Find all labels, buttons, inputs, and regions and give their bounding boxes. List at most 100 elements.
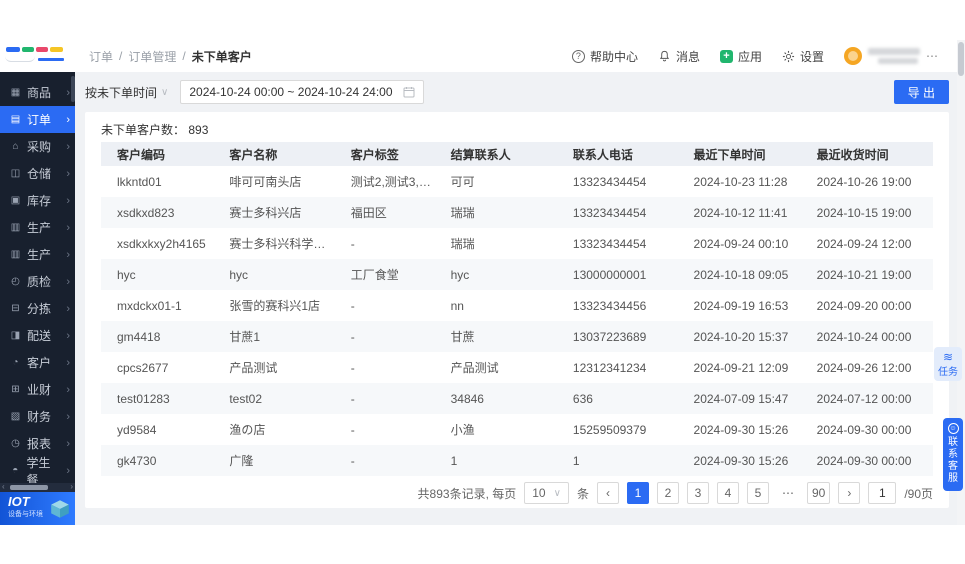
page-button-3[interactable]: 3 <box>686 482 709 504</box>
table-cell: 2024-10-18 09:05 <box>693 267 789 282</box>
page-jump-input[interactable] <box>868 482 897 504</box>
chevron-right-icon: › <box>66 86 70 99</box>
table-cell: 2024-09-24 00:10 <box>693 236 789 251</box>
table-row[interactable]: lkkntd01 啡可可南头店 测试2,测试3,测试4... 可可 1332343445… <box>101 166 933 197</box>
page-button-90[interactable]: 90 <box>806 482 831 504</box>
date-range-input[interactable]: 2024-10-24 00:00 ~ 2024-10-24 24:00 <box>180 80 424 104</box>
table-row[interactable]: mxdckx01-1 张雪的赛科兴1店 - nn 13323434456 2024-09-… <box>101 290 933 321</box>
table-row[interactable]: yd9584 渔の店 - 小渔 15259509379 2024-09-30 15:26 2… <box>101 414 933 445</box>
prev-page-button[interactable]: ‹ <box>596 482 619 504</box>
breadcrumb-item-orders[interactable]: 订单 <box>89 48 113 65</box>
table-cell: 2024-09-30 15:26 <box>693 453 789 468</box>
settings-button[interactable]: 设置 <box>782 48 824 65</box>
sidebar-item-production-2[interactable]: ▥ 生产 › <box>0 241 75 268</box>
sidebar-item-student-meal[interactable]: ◓ 学生餐 › <box>0 456 75 484</box>
task-float-button[interactable]: ≋ 任务 <box>934 347 962 381</box>
sidebar-hscroll-thumb[interactable] <box>10 485 48 490</box>
table-row[interactable]: cpcs2677 产品测试 - 产品测试 12312341234 2024-09-21 1… <box>101 352 933 383</box>
more-icon[interactable]: ⋯ <box>926 49 939 63</box>
sidebar-item-purchase[interactable]: ⌂ 采购 › <box>0 133 75 160</box>
layers-icon: ≋ <box>942 350 954 364</box>
table-cell: - <box>350 453 355 468</box>
table-cell: 13037223689 <box>572 329 647 344</box>
customer-table-card: 未下单客户数： 893 客户编码 客户名称 客户标签 结算联系人 联系人电话 最近下单时间… <box>85 112 949 508</box>
column-header: 客户标签 <box>334 142 435 166</box>
sidebar-item-goods[interactable]: ▦ 商品 › <box>0 79 75 106</box>
chevron-right-icon: › <box>66 383 70 396</box>
page-button-4[interactable]: 4 <box>716 482 739 504</box>
table-row[interactable]: xsdkxkxy2h4165 赛士多科兴科学园2号1... - 瑞瑞 133234344… <box>101 228 933 259</box>
table-cell: 2024-09-30 15:26 <box>693 422 789 437</box>
sidebar-horizontal-scrollbar[interactable]: ‹ › <box>0 482 75 492</box>
table-cell: 1 <box>572 453 580 468</box>
table-row[interactable]: test01283 test02 - 34846 636 2024-07-09 15:47… <box>101 383 933 414</box>
table-cell: 小渔 <box>450 423 475 437</box>
table-cell: 赛士多科兴店 <box>229 206 302 220</box>
page-button-1[interactable]: 1 <box>626 482 649 504</box>
page-scrollbar-thumb[interactable] <box>958 42 964 76</box>
table-cell: 2024-09-20 00:00 <box>816 298 912 313</box>
sidebar-item-business-finance[interactable]: ⊞ 业财 › <box>0 376 75 403</box>
breadcrumb-separator: / <box>119 49 123 63</box>
table-cell: 13323434454 <box>572 205 647 220</box>
main-content: 按未下单时间 ∨ 2024-10-24 00:00 ~ 2024-10-24 2… <box>75 72 965 525</box>
export-button[interactable]: 导 出 <box>893 80 949 104</box>
table-cell: xsdkxd823 <box>117 205 175 220</box>
table-cell: 瑞瑞 <box>450 206 475 220</box>
scroll-left-icon[interactable]: ‹ <box>2 482 5 491</box>
page-button-5[interactable]: 5 <box>746 482 769 504</box>
settings-label: 设置 <box>799 49 824 64</box>
sidebar-item-orders[interactable]: ▤ 订单 › <box>0 106 75 133</box>
sidebar-scrollbar-thumb[interactable] <box>71 76 75 102</box>
table-cell: - <box>350 360 355 375</box>
sidebar-item-label: 采购 <box>27 140 52 154</box>
summary-count: 893 <box>188 123 209 137</box>
table-cell: 2024-10-15 19:00 <box>816 205 912 220</box>
table-cell: cpcs2677 <box>117 360 169 375</box>
table-row[interactable]: hyc hyc 工厂食堂 hyc 13000000001 2024-10-18 09:05… <box>101 259 933 290</box>
filter-field-selector[interactable]: 按未下单时间 <box>85 84 157 101</box>
logo-bar-blue <box>6 47 20 52</box>
table-cell: test02 <box>229 391 263 406</box>
table-cell: 产品测试 <box>450 361 499 375</box>
scroll-right-icon[interactable]: › <box>70 482 73 491</box>
messages-button[interactable]: 消息 <box>658 48 700 65</box>
sidebar-item-inventory[interactable]: ▣ 库存 › <box>0 187 75 214</box>
frame: ▦ 商品 › ▤ 订单 › ⌂ 采购 › ◫ 仓储 › ▣ 库存 › ▥ 生产 › ▥ 生产 › ◴ 质检 › ⊟ 分拣 › ◨ 配送 ›… <box>0 72 965 525</box>
table-cell: 636 <box>572 391 593 406</box>
page-button-2[interactable]: 2 <box>656 482 679 504</box>
table-cell: 张雪的赛科兴1店 <box>229 299 320 313</box>
chevron-right-icon: › <box>66 140 70 153</box>
user-account[interactable]: ⋯ <box>844 47 939 65</box>
chevron-right-icon: › <box>66 194 70 207</box>
sidebar-item-quality[interactable]: ◴ 质检 › <box>0 268 75 295</box>
chevron-right-icon: › <box>66 248 70 261</box>
next-page-button[interactable]: › <box>838 482 861 504</box>
help-center-button[interactable]: ? 帮助中心 <box>571 48 638 65</box>
table-cell: 2024-09-21 12:09 <box>693 360 789 375</box>
apps-icon: + <box>719 49 733 63</box>
warehouse-icon: ◫ <box>10 168 21 179</box>
breadcrumb-item-order-management[interactable]: 订单管理 <box>128 48 176 65</box>
sidebar-item-sorting[interactable]: ⊟ 分拣 › <box>0 295 75 322</box>
sidebar-item-finance[interactable]: ▧ 财务 › <box>0 403 75 430</box>
table-row[interactable]: xsdkxd823 赛士多科兴店 福田区 瑞瑞 13323434454 2024-10-1… <box>101 197 933 228</box>
sidebar-item-delivery[interactable]: ◨ 配送 › <box>0 322 75 349</box>
table-row[interactable]: gm4418 甘蔗1 - 甘蔗 13037223689 2024-10-20 15:37 2… <box>101 321 933 352</box>
table-cell: 15259509379 <box>572 422 647 437</box>
table-row[interactable]: gk4730 广隆 - 1 1 2024-09-30 15:26 2024-09-30 00… <box>101 445 933 476</box>
iot-logo-block[interactable]: IOT 设备与环境 <box>0 492 75 525</box>
sidebar-item-production[interactable]: ▥ 生产 › <box>0 214 75 241</box>
apps-button[interactable]: + 应用 <box>719 48 762 65</box>
table-cell: - <box>350 329 355 344</box>
sidebar-item-label: 订单 <box>27 113 52 127</box>
table-cell: 产品测试 <box>229 361 278 375</box>
apps-label: 应用 <box>737 49 762 64</box>
sidebar-item-warehouse[interactable]: ◫ 仓储 › <box>0 160 75 187</box>
sidebar: ▦ 商品 › ▤ 订单 › ⌂ 采购 › ◫ 仓储 › ▣ 库存 › ▥ 生产 › ▥ 生产 › ◴ 质检 › ⊟ 分拣 › ◨ 配送 ›… <box>0 72 75 525</box>
table-cell: 2024-10-23 11:28 <box>693 174 788 189</box>
help-icon: ? <box>571 49 585 63</box>
contact-service-float-button[interactable]: ☺ 联系客服 <box>943 418 963 491</box>
sidebar-item-customer[interactable]: ◔ 客户 › <box>0 349 75 376</box>
page-size-select[interactable]: 10 ∨ <box>524 482 569 504</box>
